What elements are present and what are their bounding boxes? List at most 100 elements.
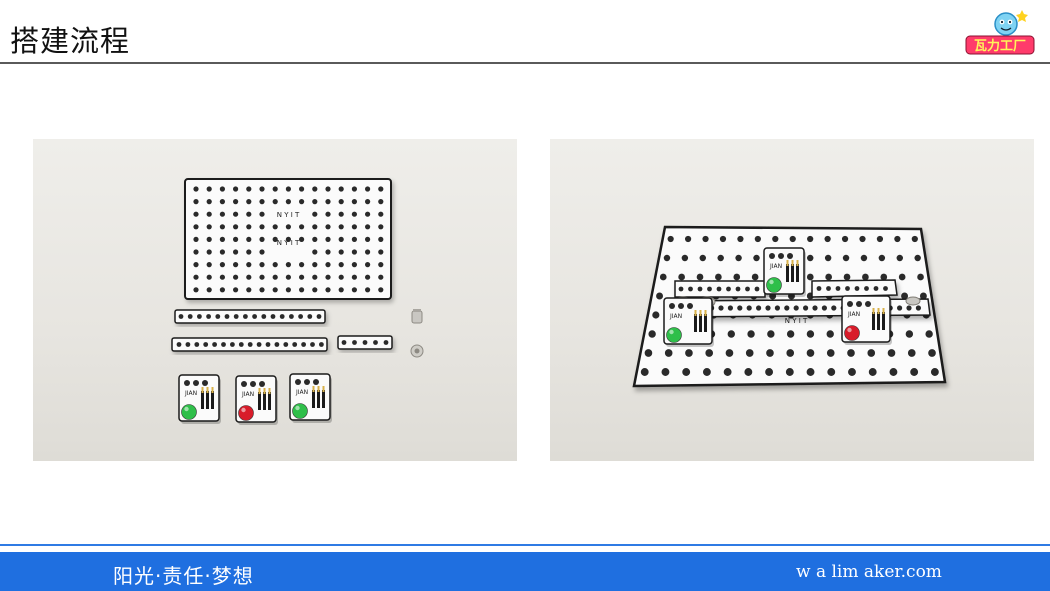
mount-hole xyxy=(733,273,741,281)
mount-hole xyxy=(707,286,712,292)
mount-hole xyxy=(243,314,248,319)
mount-hole xyxy=(206,262,212,268)
mount-hole xyxy=(898,273,906,281)
mount-hole xyxy=(221,342,226,347)
mount-hole xyxy=(261,314,267,319)
header-pin xyxy=(694,314,697,332)
mount-hole xyxy=(682,368,691,376)
mount-hole xyxy=(365,224,371,230)
mount-hole xyxy=(378,186,384,192)
module-label: JIAN xyxy=(847,311,860,318)
mount-hole xyxy=(767,330,775,338)
mount-hole xyxy=(219,186,225,192)
mount-hole xyxy=(806,368,815,376)
mount-hole xyxy=(247,342,253,347)
mount-hole xyxy=(365,199,371,205)
mount-hole xyxy=(737,305,743,311)
mount-hole xyxy=(351,274,357,280)
long-strip xyxy=(171,337,328,352)
mount-hole xyxy=(745,286,750,292)
mount-hole xyxy=(914,254,921,262)
mount-hole xyxy=(246,274,252,280)
led-module: JIAN xyxy=(841,295,892,345)
short-strip xyxy=(337,335,393,350)
photo-assembled-board: N Y I T JIAN JIAN JIAN xyxy=(550,139,1034,461)
mount-hole xyxy=(233,224,239,230)
mount-hole xyxy=(206,186,212,192)
mount-hole xyxy=(725,349,734,357)
mount-hole xyxy=(351,249,357,255)
mount-hole xyxy=(295,379,301,385)
header-pin xyxy=(201,391,204,409)
mount-hole xyxy=(193,224,199,230)
mount-hole xyxy=(233,236,239,242)
footer-website: w a lim aker.com xyxy=(796,562,942,582)
mount-hole xyxy=(754,235,761,243)
mount-hole xyxy=(727,330,735,338)
mount-hole xyxy=(259,249,265,255)
header-pin xyxy=(211,391,214,409)
mount-hole xyxy=(910,368,919,376)
mount-hole xyxy=(193,380,199,386)
mount-hole xyxy=(735,286,741,292)
mount-hole xyxy=(894,235,901,243)
mount-hole xyxy=(793,305,799,311)
header-pin xyxy=(258,392,261,410)
mount-hole xyxy=(746,305,752,311)
mount-hole xyxy=(661,368,670,376)
mount-hole xyxy=(687,303,693,309)
header-divider xyxy=(0,62,1050,64)
mount-hole xyxy=(304,379,310,385)
mount-hole xyxy=(285,262,291,268)
mount-hole xyxy=(351,287,357,293)
mount-hole xyxy=(744,368,753,376)
mount-hole xyxy=(803,305,809,311)
screw xyxy=(411,309,423,324)
mount-hole xyxy=(697,286,703,292)
mount-hole xyxy=(238,342,244,347)
mount-hole xyxy=(219,262,225,268)
mount-hole xyxy=(807,235,814,243)
mount-hole xyxy=(184,380,190,386)
header-pin xyxy=(263,392,266,410)
mount-hole xyxy=(233,199,239,205)
mount-hole xyxy=(206,236,212,242)
header-pin xyxy=(704,314,707,332)
mount-hole xyxy=(233,314,239,319)
mount-hole xyxy=(678,286,684,292)
mount-hole xyxy=(206,314,212,319)
mount-hole xyxy=(699,254,706,262)
mount-hole xyxy=(826,349,835,357)
mount-hole xyxy=(669,303,675,309)
mount-hole xyxy=(292,342,298,347)
mount-hole xyxy=(219,211,225,217)
mount-hole xyxy=(219,274,225,280)
mount-hole xyxy=(259,262,265,268)
mount-hole xyxy=(887,349,896,357)
mount-hole xyxy=(299,186,305,192)
header-pin xyxy=(786,264,789,282)
mount-hole xyxy=(378,274,384,280)
mount-hole xyxy=(825,273,832,281)
mount-hole xyxy=(816,286,822,291)
mount-hole xyxy=(325,274,331,280)
footer-divider xyxy=(0,544,1050,546)
mount-hole xyxy=(765,305,771,311)
footer-bar: 阳光·责任·梦想 w a lim aker.com xyxy=(0,552,1050,591)
mount-hole xyxy=(766,349,774,357)
mount-hole xyxy=(812,305,818,311)
header-pin xyxy=(796,264,799,282)
mount-hole xyxy=(864,286,869,291)
mount-hole xyxy=(915,305,921,311)
mount-hole xyxy=(778,253,784,259)
module-label: JIAN xyxy=(669,313,682,320)
led-module: JIAN xyxy=(289,373,332,423)
page-title: 搭建流程 xyxy=(10,24,131,58)
mount-hole xyxy=(285,274,291,280)
mount-hole xyxy=(905,330,914,338)
mount-hole xyxy=(274,342,280,347)
mount-hole xyxy=(325,262,331,268)
mount-hole xyxy=(312,274,318,280)
mount-hole xyxy=(664,349,673,357)
mount-hole xyxy=(667,235,674,243)
